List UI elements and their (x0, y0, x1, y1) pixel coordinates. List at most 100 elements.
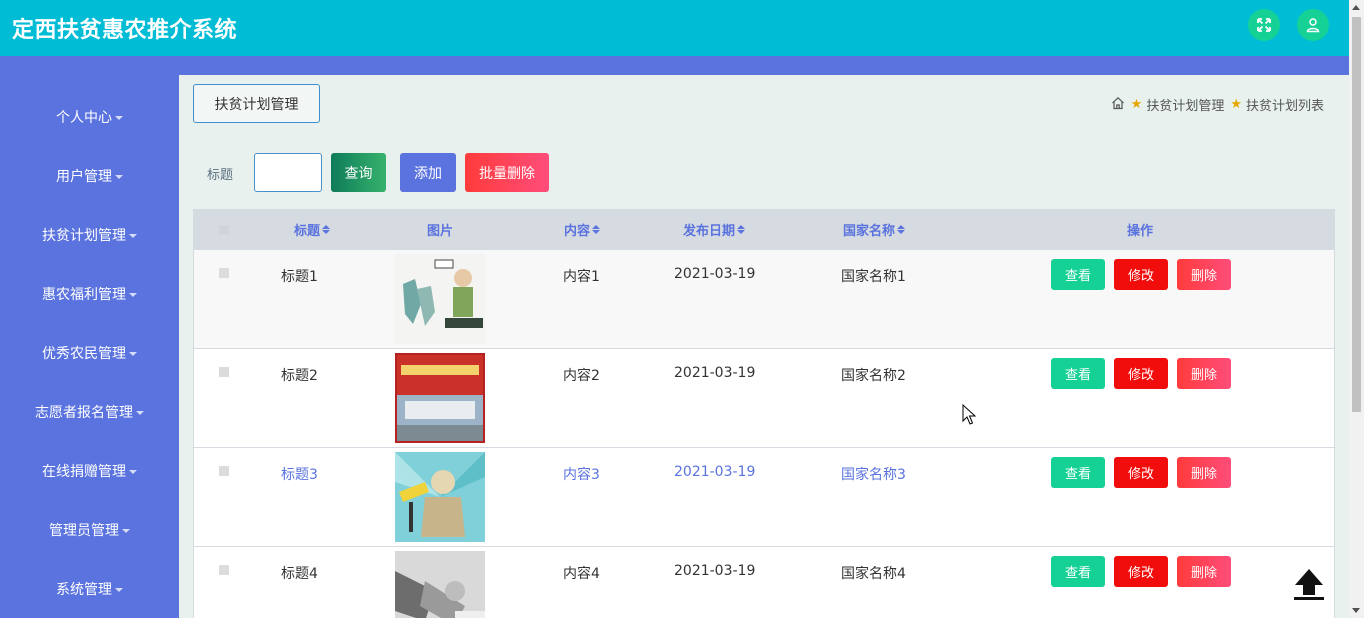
breadcrumb-item: 扶贫计划列表 (1245, 99, 1324, 114)
sidebar-item-personal-center[interactable]: 个人中心 (0, 102, 179, 132)
sidebar-item-online-donation[interactable]: 在线捐赠管理 (0, 456, 179, 486)
fullscreen-icon[interactable] (1248, 9, 1280, 41)
sidebar-item-label: 扶贫计划管理 (42, 228, 126, 244)
star-icon: ★ (1230, 97, 1242, 112)
row-image (395, 254, 485, 344)
column-header-country[interactable]: 国家名称 (824, 210, 924, 249)
row-content: 内容4 (563, 566, 600, 582)
row-date: 2021-03-19 (674, 266, 756, 282)
sidebar-item-poverty-plan[interactable]: 扶贫计划管理 (0, 220, 179, 250)
row-content: 内容2 (563, 368, 600, 384)
delete-button[interactable]: 删除 (1177, 457, 1231, 488)
sort-icon (737, 225, 745, 234)
search-title-label: 标题 (207, 168, 234, 183)
column-header-label: 发布日期 (682, 224, 735, 239)
sort-icon (322, 225, 330, 234)
delete-button[interactable]: 删除 (1177, 556, 1231, 587)
row-country: 国家名称1 (841, 269, 906, 285)
row-image (395, 551, 485, 618)
column-header-title[interactable]: 标题 (272, 210, 352, 249)
sidebar-item-volunteer-signup[interactable]: 志愿者报名管理 (0, 397, 179, 427)
sidebar-item-farmer-welfare[interactable]: 惠农福利管理 (0, 279, 179, 309)
add-button[interactable]: 添加 (400, 153, 456, 192)
star-icon: ★ (1130, 97, 1143, 112)
view-button[interactable]: 查看 (1051, 457, 1105, 488)
top-header: 定西扶贫惠农推介系统 (0, 0, 1349, 56)
user-glyph (1306, 18, 1320, 33)
row-title: 标题3 (281, 467, 318, 483)
row-title: 标题1 (281, 269, 318, 285)
view-button[interactable]: 查看 (1051, 556, 1105, 587)
view-button[interactable]: 查看 (1051, 358, 1105, 389)
column-header-label: 国家名称 (842, 224, 895, 239)
scrollbar-thumb[interactable] (1352, 17, 1361, 412)
column-header-image: 图片 (400, 210, 480, 249)
main-content: 扶贫计划管理 ★ 扶贫计划管理 ★ 扶贫计划列表 标题 查询 添加 批量删除 标… (179, 75, 1349, 618)
breadcrumb-item[interactable]: 扶贫计划管理 (1146, 95, 1224, 114)
sidebar-item-label: 用户管理 (56, 169, 112, 185)
select-all-checkbox[interactable] (219, 225, 229, 235)
column-header-content[interactable]: 内容 (542, 210, 622, 249)
scroll-up-arrow-icon[interactable] (1352, 5, 1360, 10)
row-image (395, 452, 485, 542)
table-row: 标题4 内容4 2021-03-19 国家名称4 查看 修改 删除 (194, 546, 1334, 618)
app-title: 定西扶贫惠农推介系统 (12, 18, 238, 43)
view-button[interactable]: 查看 (1051, 259, 1105, 290)
edit-button[interactable]: 修改 (1114, 457, 1168, 488)
delete-button[interactable]: 删除 (1177, 358, 1231, 389)
caret-down-icon (129, 470, 137, 474)
row-country: 国家名称2 (841, 368, 906, 384)
sidebar-item-label: 在线捐赠管理 (42, 464, 126, 480)
caret-down-icon (129, 293, 137, 297)
header-accent-strip (0, 56, 1349, 75)
sidebar: 个人中心 用户管理 扶贫计划管理 惠农福利管理 优秀农民管理 志愿者报名管理 在… (0, 75, 179, 618)
section-title-button[interactable]: 扶贫计划管理 (193, 84, 320, 123)
row-checkbox[interactable] (219, 565, 229, 575)
sidebar-item-label: 个人中心 (56, 110, 112, 126)
column-header-label: 图片 (426, 224, 453, 239)
row-checkbox[interactable] (219, 466, 229, 476)
sidebar-item-label: 志愿者报名管理 (35, 405, 133, 421)
user-icon[interactable] (1297, 9, 1329, 41)
sidebar-item-label: 系统管理 (56, 582, 112, 598)
sidebar-item-system-management[interactable]: 系统管理 (0, 574, 179, 604)
home-icon[interactable] (1111, 96, 1125, 114)
column-header-date[interactable]: 发布日期 (664, 210, 764, 249)
column-header-label: 内容 (563, 224, 590, 239)
sort-icon (592, 225, 600, 234)
query-button[interactable]: 查询 (331, 153, 386, 192)
table-header: 标题 图片 内容 发布日期 国家名称 操作 (194, 210, 1334, 249)
row-title: 标题4 (281, 566, 318, 582)
edit-button[interactable]: 修改 (1114, 358, 1168, 389)
row-date: 2021-03-19 (674, 464, 756, 480)
vertical-scrollbar[interactable] (1349, 0, 1364, 618)
scroll-down-arrow-icon[interactable] (1352, 608, 1360, 613)
sidebar-item-user-management[interactable]: 用户管理 (0, 161, 179, 191)
caret-down-icon (115, 116, 123, 120)
caret-down-icon (136, 411, 144, 415)
row-checkbox[interactable] (219, 268, 229, 278)
batch-delete-button[interactable]: 批量删除 (465, 153, 549, 192)
column-header-label: 操作 (1126, 224, 1153, 239)
caret-down-icon (115, 175, 123, 179)
sidebar-item-admin-management[interactable]: 管理员管理 (0, 515, 179, 545)
search-title-input[interactable] (254, 153, 322, 192)
sort-icon (897, 225, 905, 234)
table-row: 标题3 内容3 2021-03-19 国家名称3 查看 修改 删除 (194, 447, 1334, 546)
edit-button[interactable]: 修改 (1114, 259, 1168, 290)
row-content: 内容1 (563, 269, 600, 285)
row-date: 2021-03-19 (674, 563, 756, 579)
caret-down-icon (129, 352, 137, 356)
row-content: 内容3 (563, 467, 600, 483)
breadcrumb: ★ 扶贫计划管理 ★ 扶贫计划列表 (1111, 95, 1324, 114)
mouse-cursor-icon (962, 403, 977, 426)
row-country: 国家名称3 (841, 467, 906, 483)
edit-button[interactable]: 修改 (1114, 556, 1168, 587)
back-to-top-icon[interactable] (1292, 566, 1326, 602)
delete-button[interactable]: 删除 (1177, 259, 1231, 290)
sidebar-item-label: 优秀农民管理 (42, 346, 126, 362)
row-checkbox[interactable] (219, 367, 229, 377)
column-header-label: 标题 (293, 224, 320, 239)
sidebar-item-label: 管理员管理 (49, 523, 119, 539)
sidebar-item-excellent-farmers[interactable]: 优秀农民管理 (0, 338, 179, 368)
